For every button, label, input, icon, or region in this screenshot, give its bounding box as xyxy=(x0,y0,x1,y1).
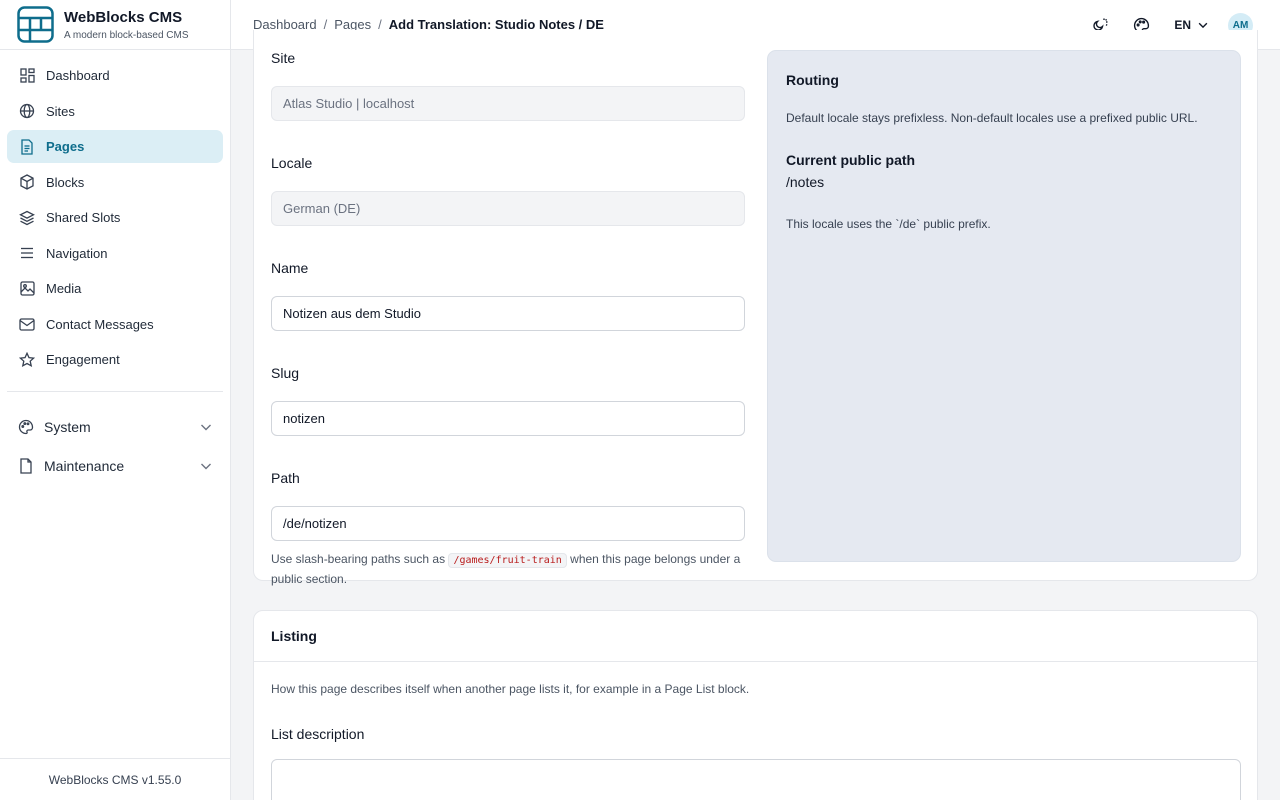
sidebar-item-label: Media xyxy=(46,281,82,296)
slug-field[interactable]: notizen xyxy=(271,401,745,436)
sidebar-item-label: Contact Messages xyxy=(46,316,154,332)
list-description-label: List description xyxy=(271,726,365,742)
name-field[interactable]: Notizen aus dem Studio xyxy=(271,296,745,331)
sidebar-nav: Dashboard Sites Pages Blocks Shared Slot… xyxy=(7,59,223,487)
routing-title: Routing xyxy=(786,72,839,88)
sidebar-item-media[interactable]: Media xyxy=(7,272,223,305)
sidebar-item-pages[interactable]: Pages xyxy=(7,130,223,163)
cube-icon xyxy=(19,174,35,190)
sidebar-item-label: Blocks xyxy=(46,174,85,190)
routing-description: Default locale stays prefixless. Non-def… xyxy=(786,111,1198,125)
sidebar-item-engagement[interactable]: Engagement xyxy=(7,343,223,376)
sidebar-group-label: System xyxy=(44,419,91,435)
sidebar-group-maintenance[interactable]: Maintenance xyxy=(7,448,223,484)
app-title: WebBlocks CMS xyxy=(64,8,183,26)
sidebar-group-label: Maintenance xyxy=(44,458,125,474)
menu-icon xyxy=(19,245,35,261)
sidebar-item-sites[interactable]: Sites xyxy=(7,95,223,128)
path-hint-example: /games/fruit-train xyxy=(448,553,567,568)
path-label: Path xyxy=(271,470,300,486)
sidebar-item-shared-slots[interactable]: Shared Slots xyxy=(7,201,223,234)
webblocks-logo-icon xyxy=(17,6,54,43)
name-label: Name xyxy=(271,260,309,276)
sidebar-item-contact-messages[interactable]: Contact Messages xyxy=(7,308,223,341)
document-icon xyxy=(19,138,35,155)
sidebar-item-label: Shared Slots xyxy=(46,210,121,225)
sidebar-item-blocks[interactable]: Blocks xyxy=(7,166,223,199)
sidebar-item-label: Pages xyxy=(46,139,85,154)
listing-card: Listing How this page describes itself w… xyxy=(253,610,1258,800)
sidebar-item-dashboard[interactable]: Dashboard xyxy=(7,59,223,92)
chevron-down-icon xyxy=(201,424,211,431)
sidebar-item-label: Dashboard xyxy=(46,68,110,83)
locale-label: Locale xyxy=(271,155,313,171)
palette-icon xyxy=(18,419,34,435)
list-description-field[interactable] xyxy=(271,759,1241,800)
slug-label: Slug xyxy=(271,365,300,381)
sidebar-item-navigation[interactable]: Navigation xyxy=(7,237,223,270)
page-form: Site Atlas Studio | localhost Locale Ger… xyxy=(271,50,745,589)
image-icon xyxy=(19,281,35,297)
mail-icon xyxy=(19,316,35,332)
sidebar-group-system[interactable]: System xyxy=(7,409,223,445)
path-field[interactable]: /de/notizen xyxy=(271,506,745,541)
grid-icon xyxy=(19,68,35,84)
app-subtitle: A modern block-based CMS xyxy=(64,29,189,41)
listing-description: How this page describes itself when anot… xyxy=(271,682,750,696)
path-hint-text: Use slash-bearing paths such as xyxy=(271,552,446,566)
listing-title: Listing xyxy=(254,611,1257,662)
sidebar-item-label: Sites xyxy=(46,103,75,119)
layers-icon xyxy=(19,210,35,226)
globe-icon xyxy=(19,103,35,119)
site-label: Site xyxy=(271,50,296,66)
site-field: Atlas Studio | localhost xyxy=(271,86,745,121)
locale-field: German (DE) xyxy=(271,191,745,226)
brand[interactable]: WebBlocks CMS A modern block-based CMS xyxy=(0,0,230,50)
routing-note: This locale uses the `/de` public prefix… xyxy=(786,217,991,231)
app-version: WebBlocks CMS v1.55.0 xyxy=(0,758,230,800)
file-icon xyxy=(18,458,34,474)
sidebar: WebBlocks CMS A modern block-based CMS D… xyxy=(0,0,231,800)
page-details-card: Site Atlas Studio | localhost Locale Ger… xyxy=(253,30,1258,586)
path-hint: Use slash-bearing paths such as /games/f… xyxy=(271,550,745,589)
sidebar-item-label: Navigation xyxy=(46,245,108,261)
sidebar-item-label: Engagement xyxy=(46,352,120,367)
chevron-down-icon xyxy=(201,463,211,470)
current-path-label: Current public path xyxy=(786,152,916,168)
routing-panel: Routing Default locale stays prefixless.… xyxy=(767,50,1241,562)
current-path-value: /notes xyxy=(786,174,825,190)
star-icon xyxy=(19,351,35,368)
sidebar-divider xyxy=(7,391,223,392)
